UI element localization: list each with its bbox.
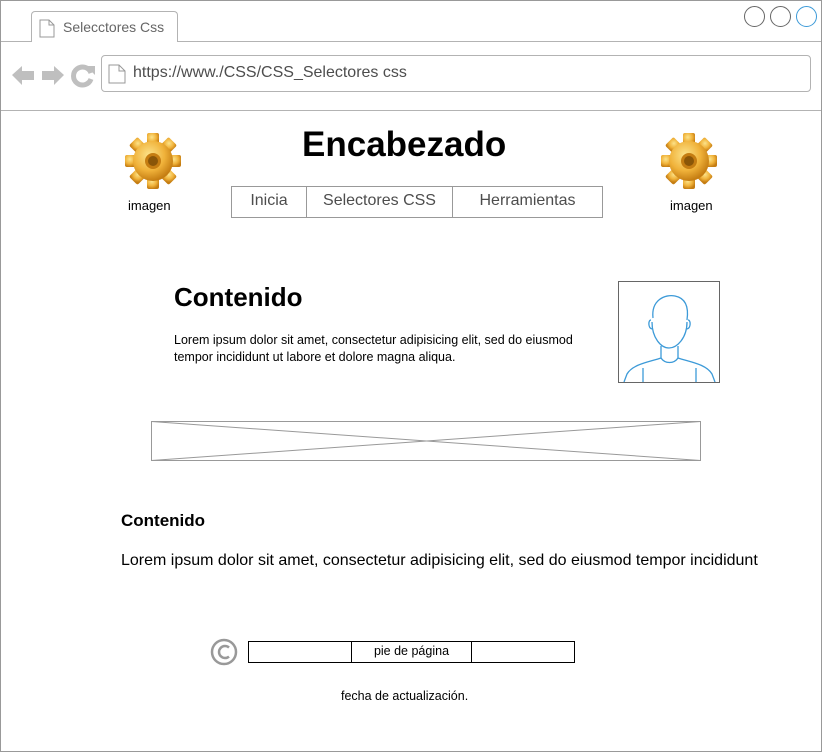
- image-placeholder: [151, 421, 701, 461]
- maximize-button[interactable]: [770, 6, 791, 27]
- footer-cell-left: [249, 642, 352, 662]
- nav-buttons: [11, 63, 96, 94]
- minimize-button[interactable]: [744, 6, 765, 27]
- footer-bar: pie de página: [248, 641, 575, 663]
- navigation-bar: https://www./CSS/CSS_Selectores css: [1, 42, 821, 111]
- address-bar[interactable]: https://www./CSS/CSS_Selectores css: [101, 55, 811, 92]
- footer-label: pie de página: [352, 642, 472, 662]
- tab-bar: Selecctores Css: [1, 1, 821, 42]
- reload-icon[interactable]: [71, 64, 95, 88]
- forward-icon[interactable]: [42, 66, 64, 85]
- content-text: Lorem ipsum dolor sit amet, consectetur …: [174, 333, 573, 364]
- browser-window: Selecctores Css https://www./CSS/CSS_Sel…: [0, 0, 822, 752]
- menu-item-selectores-css[interactable]: Selectores CSS: [307, 187, 453, 217]
- gear-icon: [123, 131, 183, 196]
- browser-tab[interactable]: Selecctores Css: [31, 11, 178, 42]
- content-title: Contenido: [174, 282, 303, 312]
- right-image-label: imagen: [670, 198, 713, 213]
- page-icon: [108, 64, 126, 89]
- main-menu: Inicia Selectores CSS Herramientas: [231, 186, 603, 218]
- menu-item-inicia[interactable]: Inicia: [232, 187, 307, 217]
- last-updated-label: fecha de actualización.: [341, 689, 469, 703]
- menu-item-herramientas[interactable]: Herramientas: [453, 187, 602, 217]
- content2-text: Lorem ipsum dolor sit amet, consectetur …: [121, 552, 758, 569]
- gear-icon: [659, 131, 719, 196]
- content2-title: Contenido: [121, 511, 206, 530]
- user-avatar-icon: [618, 281, 720, 383]
- close-button[interactable]: [796, 6, 817, 27]
- tab-title: Selecctores Css: [63, 19, 165, 35]
- footer-cell-right: [472, 642, 574, 662]
- address-url: https://www./CSS/CSS_Selectores css: [133, 64, 407, 81]
- page-title: Encabezado: [302, 125, 507, 164]
- back-icon[interactable]: [12, 66, 34, 85]
- copyright-icon: [210, 638, 238, 671]
- left-image-label: imagen: [128, 198, 171, 213]
- page-icon: [39, 19, 55, 43]
